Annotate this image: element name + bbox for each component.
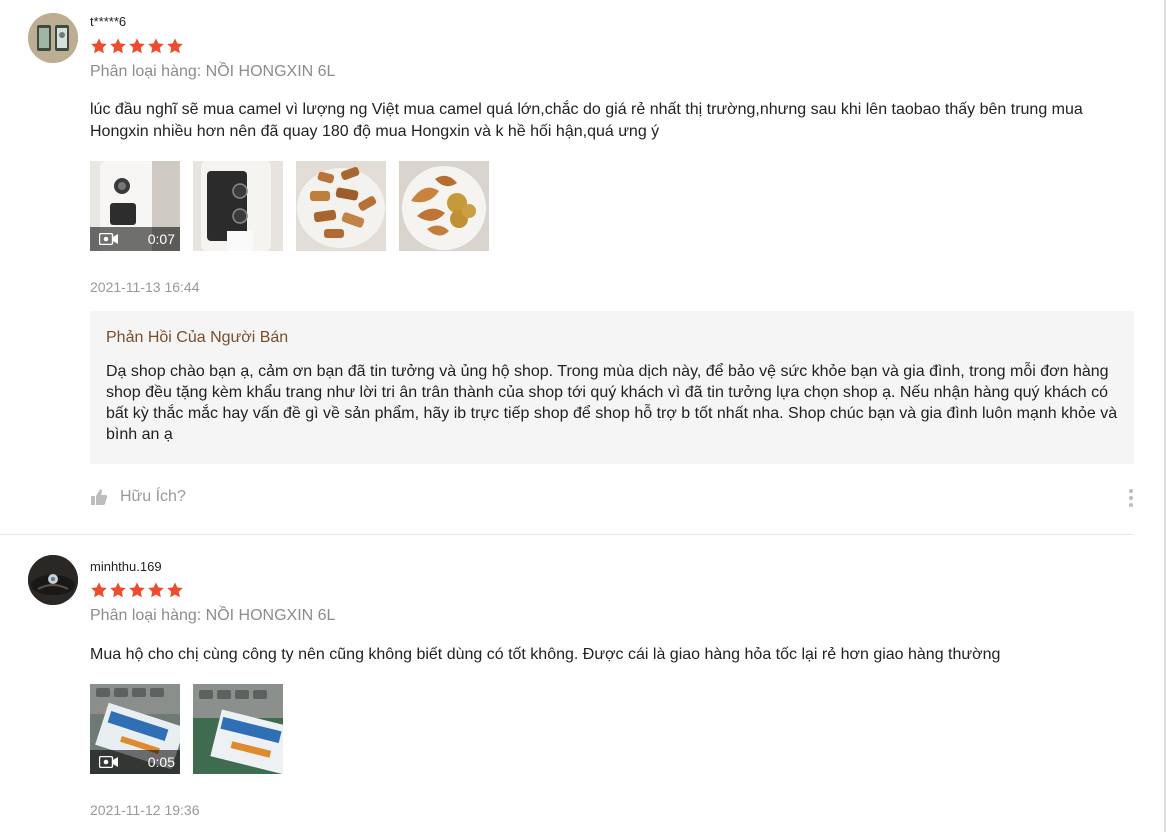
product-variation: Phân loại hàng: NỒI HONGXIN 6L xyxy=(90,607,336,624)
review-video-thumbnail[interactable]: 0:07 xyxy=(90,161,180,251)
video-duration: 0:05 xyxy=(147,754,175,770)
star-rating xyxy=(90,581,184,599)
star-icon xyxy=(110,38,126,54)
thumbs-up-icon xyxy=(91,489,108,505)
star-icon xyxy=(129,38,145,54)
seller-reply-title: Phản Hồi Của Người Bán xyxy=(106,329,289,346)
video-camera-icon xyxy=(99,756,118,768)
more-vertical-icon[interactable] xyxy=(1125,487,1137,511)
star-icon xyxy=(110,582,126,598)
review-image-thumbnail[interactable] xyxy=(399,161,489,251)
star-icon xyxy=(167,582,183,598)
star-icon xyxy=(148,38,164,54)
review-media: 0:05 xyxy=(90,684,283,774)
reviewer-username[interactable]: t*****6 xyxy=(90,14,126,29)
video-duration-bar: 0:05 xyxy=(90,750,180,774)
star-icon xyxy=(148,582,164,598)
review-timestamp: 2021-11-13 16:44 xyxy=(90,279,200,295)
reviewer-username[interactable]: minhthu.169 xyxy=(90,559,162,574)
video-duration-bar: 0:07 xyxy=(90,227,180,251)
review-image-thumbnail[interactable] xyxy=(296,161,386,251)
helpful-button[interactable]: Hữu Ích? xyxy=(90,488,186,506)
avatar[interactable] xyxy=(28,13,78,63)
seller-reply: Phản Hồi Của Người Bán Dạ shop chào bạn … xyxy=(90,311,1134,464)
review-item: t*****6 Phân loại hàng: NỒI HONGXIN 6L l… xyxy=(0,0,1134,535)
helpful-label: Hữu Ích? xyxy=(120,488,186,505)
star-icon xyxy=(91,582,107,598)
star-icon xyxy=(167,38,183,54)
review-image-thumbnail[interactable] xyxy=(193,161,283,251)
star-rating xyxy=(90,37,184,55)
star-icon xyxy=(91,38,107,54)
avatar[interactable] xyxy=(28,555,78,605)
product-variation: Phân loại hàng: NỒI HONGXIN 6L xyxy=(90,63,336,80)
review-image-thumbnail[interactable] xyxy=(193,684,283,774)
video-duration: 0:07 xyxy=(147,231,175,247)
review-media: 0:07 xyxy=(90,161,489,251)
product-reviews-page: t*****6 Phân loại hàng: NỒI HONGXIN 6L l… xyxy=(0,0,1166,832)
review-comment: lúc đầu nghĩ sẽ mua camel vì lượng ng Vi… xyxy=(90,101,1083,140)
video-camera-icon xyxy=(99,233,118,245)
review-timestamp: 2021-11-12 19:36 xyxy=(90,802,200,818)
review-comment: Mua hộ cho chị cùng công ty nên cũng khô… xyxy=(90,646,1001,663)
review-video-thumbnail[interactable]: 0:05 xyxy=(90,684,180,774)
review-item: minhthu.169 Phân loại hàng: NỒI HONGXIN … xyxy=(0,535,1134,832)
star-icon xyxy=(129,582,145,598)
seller-reply-text: Dạ shop chào bạn ạ, cảm ơn bạn đã tin tư… xyxy=(106,363,1118,443)
